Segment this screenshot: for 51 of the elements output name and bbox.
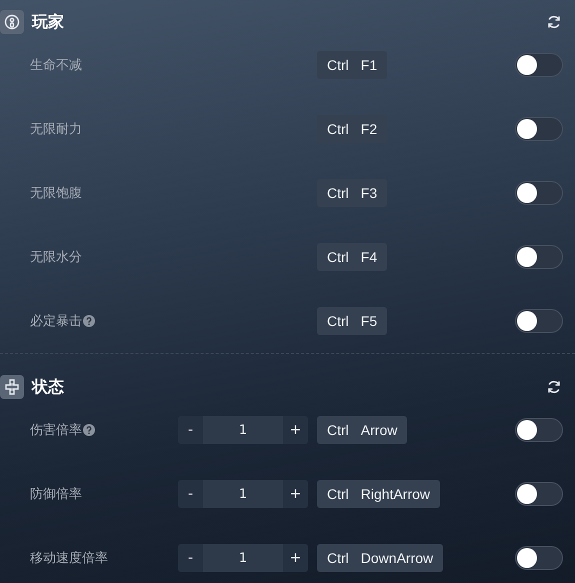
- key-label: Ctrl: [327, 550, 349, 566]
- option-label: 无限饱腹: [30, 185, 82, 202]
- toggle-switch[interactable]: [515, 181, 563, 205]
- value-field[interactable]: 1: [203, 544, 283, 572]
- key-label: Ctrl: [327, 422, 349, 438]
- option-label: 无限耐力: [30, 121, 82, 138]
- help-icon[interactable]: [83, 315, 95, 327]
- hotkey-badge[interactable]: Ctrl F1: [317, 51, 388, 79]
- key-label: F5: [360, 313, 378, 329]
- puzzle-icon: [0, 375, 24, 399]
- help-icon[interactable]: [83, 424, 95, 436]
- hotkey-badge[interactable]: Ctrl RightArrow: [317, 480, 440, 508]
- hotkey-badge[interactable]: Ctrl F2: [317, 115, 388, 143]
- key-label: Ctrl: [327, 121, 349, 137]
- option-label: 无限水分: [30, 249, 82, 266]
- hotkey-badge[interactable]: Ctrl F5: [317, 307, 388, 335]
- toggle-switch[interactable]: [515, 482, 563, 506]
- value-field[interactable]: 1: [203, 480, 283, 508]
- toggle-switch[interactable]: [515, 117, 563, 141]
- refresh-icon[interactable]: [546, 379, 562, 395]
- toggle-switch[interactable]: [515, 53, 563, 77]
- hotkey-badge[interactable]: Ctrl Arrow: [317, 416, 408, 444]
- option-label: 移动速度倍率: [30, 550, 108, 567]
- hotkey-badge[interactable]: Ctrl F4: [317, 243, 388, 271]
- person-icon: [0, 10, 24, 34]
- option-label: 生命不减: [30, 57, 82, 74]
- key-label: Ctrl: [327, 185, 349, 201]
- key-label: Ctrl: [327, 57, 349, 73]
- key-label: Ctrl: [327, 486, 349, 502]
- hotkey-badge[interactable]: Ctrl F3: [317, 179, 388, 207]
- toggle-switch[interactable]: [515, 418, 563, 442]
- key-label: F4: [360, 249, 378, 265]
- key-label: Arrow: [360, 422, 398, 438]
- key-label: F3: [360, 185, 378, 201]
- toggle-switch[interactable]: [515, 546, 563, 570]
- key-label: Ctrl: [327, 249, 349, 265]
- key-label: RightArrow: [360, 486, 430, 502]
- key-label: F2: [360, 121, 378, 137]
- section-title: 状态: [32, 376, 64, 398]
- option-label: 必定暴击: [30, 313, 82, 330]
- key-label: F1: [360, 57, 378, 73]
- key-label: DownArrow: [360, 550, 434, 566]
- option-label: 防御倍率: [30, 486, 82, 503]
- option-label: 伤害倍率: [30, 422, 82, 439]
- value-field[interactable]: 1: [203, 416, 283, 444]
- refresh-icon[interactable]: [546, 14, 562, 30]
- key-label: Ctrl: [327, 313, 349, 329]
- section-title: 玩家: [32, 12, 64, 32]
- hotkey-badge[interactable]: Ctrl DownArrow: [317, 544, 444, 572]
- toggle-switch[interactable]: [515, 245, 563, 269]
- toggle-switch[interactable]: [515, 309, 563, 333]
